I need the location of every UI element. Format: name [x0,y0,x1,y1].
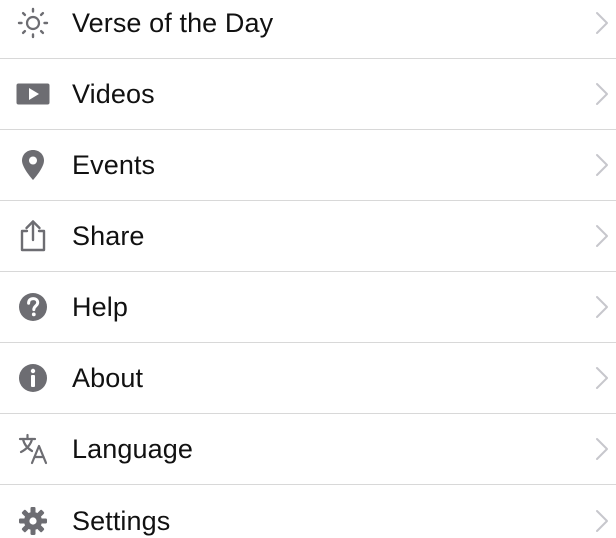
menu-item-label: Events [72,150,156,180]
menu-item-label: Help [72,292,128,322]
help-icon [15,289,51,325]
chevron-right-icon [595,11,609,35]
chevron-right-icon [595,437,609,461]
share-icon [15,218,51,254]
chevron-right-icon [595,366,609,390]
translate-icon [15,431,51,467]
menu-item-about[interactable]: About [0,343,616,414]
sun-icon [15,5,51,41]
info-icon [15,360,51,396]
menu-item-label: Verse of the Day [72,8,274,38]
chevron-right-icon [595,224,609,248]
menu-item-label: Videos [72,79,155,109]
menu-item-events[interactable]: Events [0,130,616,201]
menu-item-settings[interactable]: Settings [0,485,616,538]
menu-item-videos[interactable]: Videos [0,59,616,130]
chevron-right-icon [595,509,609,533]
menu-item-label: Settings [72,505,171,536]
chevron-right-icon [595,153,609,177]
chevron-right-icon [595,295,609,319]
video-play-icon [15,76,51,112]
menu-item-help[interactable]: Help [0,272,616,343]
menu-list: Verse of the Day Videos Events Share Hel… [0,0,616,538]
gear-icon [15,503,51,538]
menu-item-language[interactable]: Language [0,414,616,485]
menu-item-label: Share [72,221,145,251]
chevron-right-icon [595,82,609,106]
menu-item-verse-of-the-day[interactable]: Verse of the Day [0,0,616,59]
menu-item-label: About [72,363,144,393]
menu-item-label: Language [72,434,193,464]
location-pin-icon [15,147,51,183]
menu-item-share[interactable]: Share [0,201,616,272]
